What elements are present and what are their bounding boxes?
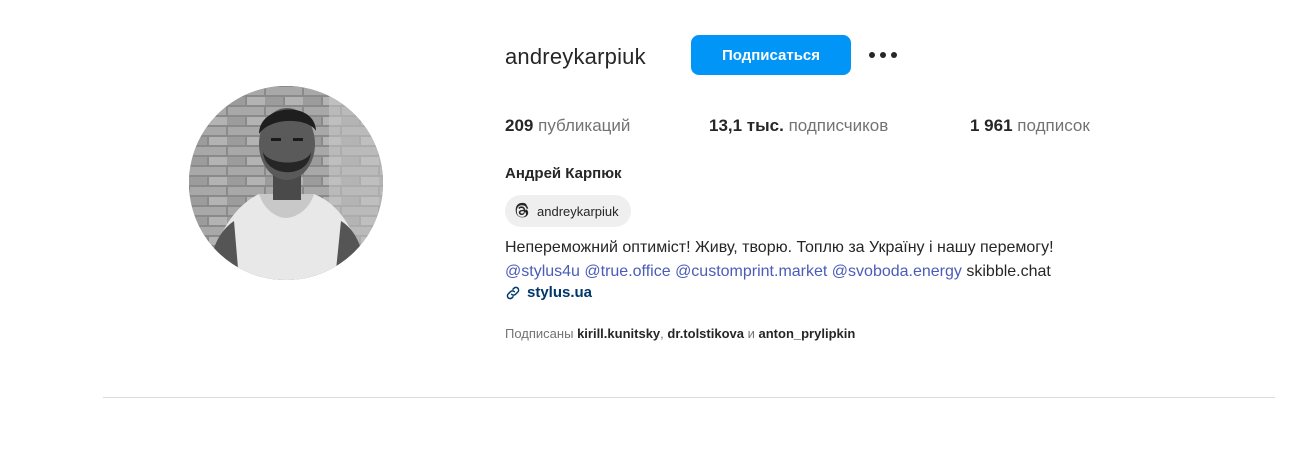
mention-link[interactable]: @svoboda.energy <box>832 263 962 280</box>
mention-link[interactable]: @customprint.market <box>675 263 827 280</box>
profile-bio: Непереможний оптиміст! Живу, творю. Топл… <box>505 236 1054 284</box>
bio-text: Непереможний оптиміст! Живу, творю. Топл… <box>505 239 1054 256</box>
stat-following[interactable]: 1 961 подписок <box>970 115 1090 137</box>
followed-by[interactable]: Подписаны kirill.kunitsky, dr.tolstikova… <box>505 325 855 343</box>
profile-full-name: Андрей Карпюк <box>505 165 622 182</box>
followed-by-prefix: Подписаны <box>505 326 574 341</box>
follower-name: dr.tolstikova <box>667 326 744 341</box>
following-label: подписок <box>1017 116 1090 135</box>
more-options-icon[interactable] <box>866 44 900 66</box>
follower-name: kirill.kunitsky <box>577 326 661 341</box>
following-count: 1 961 <box>970 116 1013 135</box>
posts-label: публикаций <box>538 116 631 135</box>
bio-plain-text: skibble.chat <box>966 263 1051 280</box>
stat-posts: 209 публикаций <box>505 115 630 137</box>
section-divider <box>103 397 1275 398</box>
stat-followers[interactable]: 13,1 тыс. подписчиков <box>709 115 888 137</box>
threads-handle: andreykarpiuk <box>537 203 619 219</box>
mention-link[interactable]: @stylus4u <box>505 263 580 280</box>
website-url: stylus.ua <box>527 284 593 301</box>
threads-badge[interactable]: andreykarpiuk <box>505 195 631 227</box>
profile-avatar[interactable] <box>189 86 383 280</box>
threads-icon <box>513 202 531 220</box>
posts-count: 209 <box>505 116 534 135</box>
bio-mentions-line: @stylus4u @true.office @customprint.mark… <box>505 260 1054 284</box>
link-icon <box>505 285 521 301</box>
followers-label: подписчиков <box>788 116 889 135</box>
profile-username: andreykarpiuk <box>505 44 646 69</box>
website-link[interactable]: stylus.ua <box>505 283 592 303</box>
profile-page: andreykarpiuk Подписаться 209 публикаций… <box>0 0 1300 449</box>
followed-by-separator: , <box>660 326 664 341</box>
followers-count: 13,1 тыс. <box>709 116 784 135</box>
avatar-photo <box>189 86 383 280</box>
followed-by-conjunction: и <box>747 326 755 341</box>
mention-link[interactable]: @true.office <box>584 263 670 280</box>
follower-name: anton_prylipkin <box>758 326 856 341</box>
follow-button[interactable]: Подписаться <box>691 35 851 75</box>
